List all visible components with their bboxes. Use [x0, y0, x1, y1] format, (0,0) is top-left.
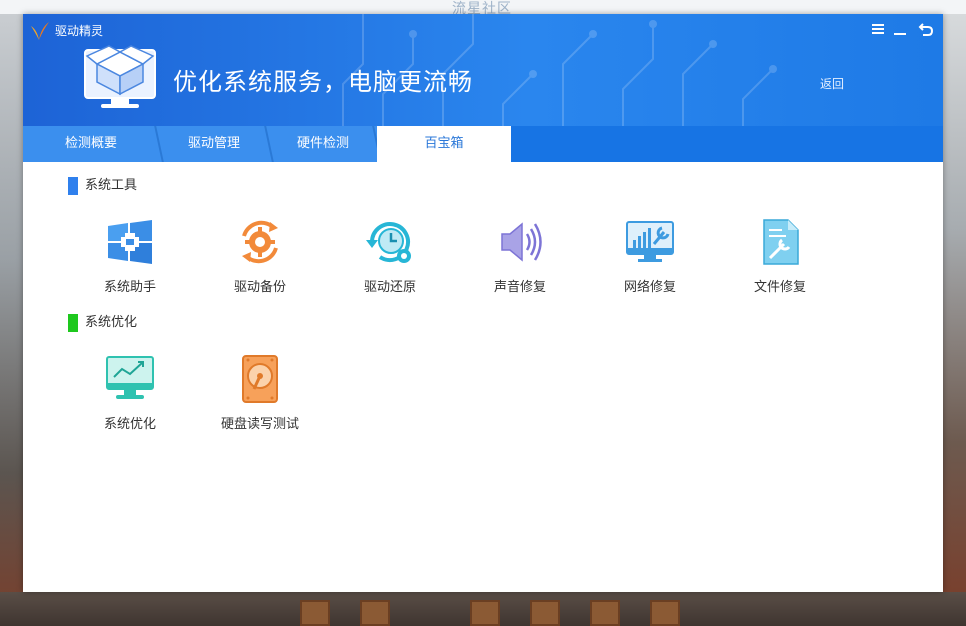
network-wrench-icon: [626, 221, 674, 262]
hero-slogan: 优化系统服务，电脑更流畅: [173, 68, 473, 96]
windows-plus-icon: [108, 220, 152, 264]
gear-sync-icon: [242, 220, 278, 264]
tool-network-repair[interactable]: 网络修复: [585, 218, 715, 308]
tool-label: 驱动备份: [233, 280, 286, 295]
speaker-icon: [501, 222, 542, 262]
hard-disk-icon: [242, 355, 278, 403]
tab-detection-overview[interactable]: 检测概要: [23, 126, 159, 162]
tool-label: 硬盘读写测试: [220, 417, 299, 432]
tool-file-repair[interactable]: 文件修复: [715, 218, 845, 308]
tool-system-optimize[interactable]: 系统优化: [65, 355, 195, 445]
tool-label: 文件修复: [753, 280, 806, 295]
tab-bar-fill: [511, 126, 943, 162]
tab-bar: 检测概要 驱动管理 硬件检测 百宝箱: [23, 126, 943, 162]
tool-label: 声音修复: [493, 280, 546, 295]
app-logo-icon: [31, 22, 49, 40]
tool-driver-backup[interactable]: 驱动备份: [195, 218, 325, 308]
section-title: 系统优化: [85, 315, 138, 330]
monitor-chart-icon: [106, 356, 154, 399]
app-header: 驱动精灵 优化系统服务，电脑更流畅 返回: [23, 14, 943, 126]
app-title: 驱动精灵: [55, 24, 104, 38]
tool-label: 系统优化: [103, 417, 156, 432]
tool-disk-rw-test[interactable]: 硬盘读写测试: [195, 355, 325, 445]
menu-icon[interactable]: [869, 20, 887, 38]
back-link[interactable]: 返回: [820, 75, 844, 92]
tool-driver-restore[interactable]: 驱动还原: [325, 218, 455, 308]
back-arrow-icon[interactable]: [917, 20, 935, 38]
minimize-icon[interactable]: [891, 20, 909, 38]
tab-hardware-detection[interactable]: 硬件检测: [269, 126, 377, 162]
section-title: 系统工具: [85, 178, 138, 193]
toolbox-monitor-icon: [84, 45, 156, 108]
app-window: 驱动精灵 优化系统服务，电脑更流畅 返回 检测概要 驱动管理 硬件检测 百宝箱 …: [23, 14, 943, 592]
tab-driver-management[interactable]: 驱动管理: [159, 126, 269, 162]
desktop-background-left: [0, 14, 23, 626]
tool-sound-repair[interactable]: 声音修复: [455, 218, 585, 308]
section-marker: [68, 177, 78, 195]
tab-toolbox[interactable]: 百宝箱: [377, 126, 511, 162]
tool-system-assistant[interactable]: 系统助手: [65, 218, 195, 308]
section-marker: [68, 314, 78, 332]
file-wrench-icon: [763, 219, 799, 265]
clock-restore-icon: [366, 222, 411, 263]
tool-label: 驱动还原: [363, 280, 416, 295]
tool-label: 系统助手: [103, 280, 156, 295]
tool-label: 网络修复: [623, 280, 676, 295]
desktop-background-right: [943, 14, 966, 626]
desktop-background-bottom: [0, 592, 966, 626]
